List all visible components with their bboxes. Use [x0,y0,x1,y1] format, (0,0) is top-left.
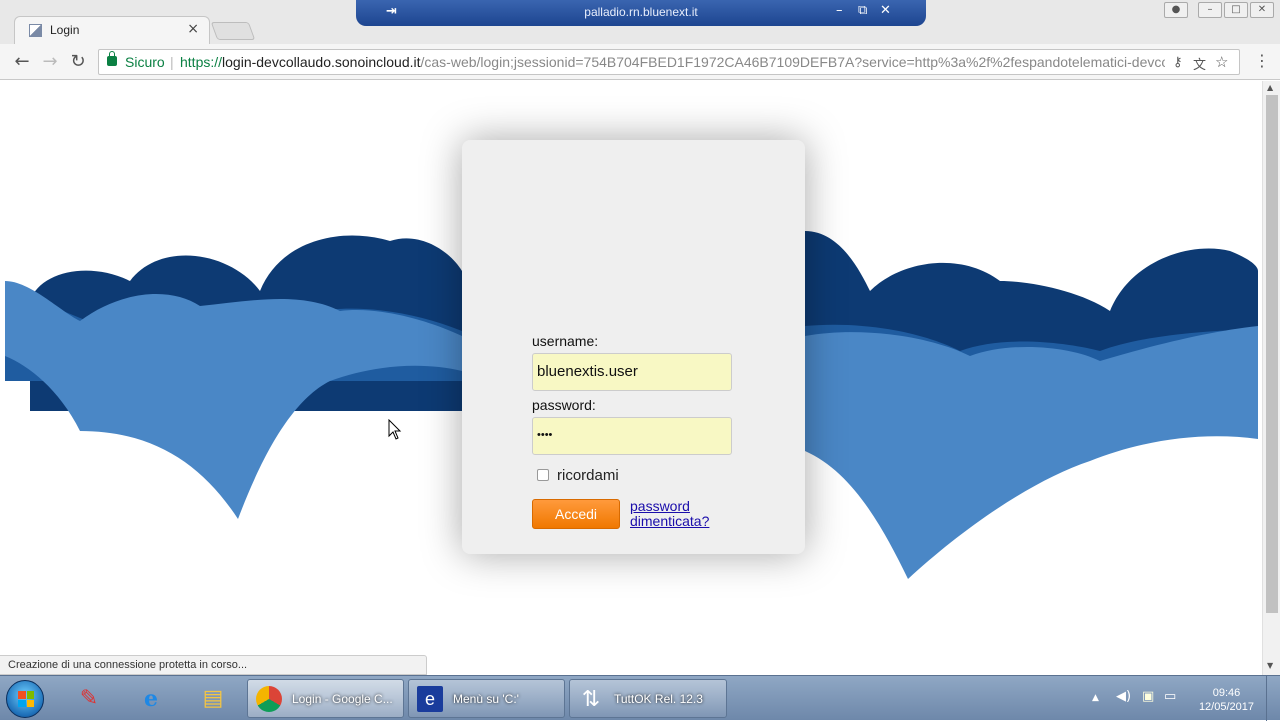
file-explorer-icon[interactable]: ▤ [186,680,240,718]
task-label: Login - Google C... [292,692,393,706]
password-input[interactable]: •••• [532,417,732,455]
task-label: Menù su 'C:' [453,692,519,706]
scroll-down-icon[interactable]: ▼ [1267,661,1273,670]
start-button[interactable] [6,680,44,718]
address-bar[interactable]: Sicuro | https://login-devcollaudo.sonoi… [98,49,1240,75]
volume-icon[interactable]: ◀) [1116,689,1131,704]
monitor-icon[interactable]: ▭ [1164,689,1176,704]
status-bar: Creazione di una connessione protetta in… [0,655,427,675]
task-label: TuttOK Rel. 12.3 [614,692,703,706]
tab-title: Login [50,23,80,37]
network-warning-icon[interactable]: ▣ [1142,689,1154,704]
url-scheme: https:// [180,54,223,70]
remote-desktop-bar: ⇥ palladio.rn.bluenext.it – ⧉ ✕ [356,0,926,26]
browser-tab-strip: Login × ⇥ palladio.rn.bluenext.it – ⧉ ✕ … [0,0,1280,44]
scroll-thumb[interactable] [1266,95,1278,613]
internet-explorer-icon[interactable]: e [124,680,178,718]
login-button[interactable]: Accedi [532,499,620,529]
login-card: username: bluenextis.user password: ••••… [462,140,805,554]
clock-date: 12/05/2017 [1198,701,1254,713]
scroll-up-icon[interactable]: ▲ [1267,83,1273,92]
remember-label: ricordami [557,467,619,484]
tray-expand-icon[interactable]: ▲ [1092,693,1099,703]
window-controls: ● – □ ✕ [1164,2,1274,18]
divider: | [170,54,174,70]
rd-close-button[interactable]: ✕ [880,3,891,18]
menu-icon[interactable]: ⋮ [1254,51,1270,70]
lock-icon [107,51,117,66]
back-button[interactable]: ← [10,50,34,74]
page-viewport: username: bluenextis.user password: ••••… [0,81,1280,675]
show-desktop-button[interactable] [1266,676,1280,721]
url-text[interactable]: https://login-devcollaudo.sonoincloud.it… [180,54,1165,70]
mouse-cursor-icon [388,419,402,440]
favicon-icon [29,24,42,37]
task-tuttok[interactable]: ⇅ TuttOK Rel. 12.3 [569,679,727,718]
rd-minimize-button[interactable]: – [836,3,843,18]
menu-app-icon: e [417,686,443,712]
new-tab-button[interactable] [210,22,256,40]
transfer-arrows-icon: ⇅ [581,686,601,711]
url-host: login-devcollaudo.sonoincloud.it [222,54,421,70]
paint-icon[interactable]: ✎ [62,680,116,718]
close-button[interactable]: ✕ [1250,2,1274,18]
rd-restore-button[interactable]: ⧉ [858,3,867,18]
username-input[interactable]: bluenextis.user [532,353,732,391]
task-chrome[interactable]: Login - Google C... [247,679,404,718]
clock[interactable]: 09:46 12/05/2017 [1199,686,1254,714]
star-icon[interactable]: ☆ [1215,53,1228,71]
vertical-scrollbar[interactable]: ▲ ▼ [1262,81,1280,675]
username-label: username: [532,333,599,349]
translate-icon[interactable]: 文 [1193,54,1206,73]
password-label: password: [532,397,596,413]
system-tray: ▲ ◀) ▣ ▭ 09:46 12/05/2017 [1080,676,1280,721]
forgot-password-link[interactable]: password dimenticata? [630,499,730,529]
forward-button[interactable]: → [38,50,62,74]
url-path: /cas-web/login;jsessionid=754B704FBED1F1… [420,54,1166,70]
remember-checkbox[interactable] [537,469,549,481]
key-icon[interactable]: ⚷ [1173,54,1183,70]
taskbar: ✎ e ▤ Login - Google C... e Menù su 'C:'… [0,675,1280,721]
tab-login[interactable]: Login × [14,16,210,44]
secure-label: Sicuro [125,54,165,70]
minimize-button[interactable]: – [1198,2,1222,18]
cloud-right-light [805,326,1258,579]
maximize-button[interactable]: □ [1224,2,1248,18]
reload-button[interactable]: ↻ [66,50,90,74]
user-icon[interactable]: ● [1164,2,1188,18]
tab-close-icon[interactable]: × [187,21,199,37]
browser-toolbar: ← → ↻ Sicuro | https://login-devcollaudo… [0,44,1280,80]
chrome-icon [256,686,282,712]
task-menu[interactable]: e Menù su 'C:' [408,679,565,718]
windows-logo-icon [18,691,34,707]
clock-time: 09:46 [1212,687,1241,699]
